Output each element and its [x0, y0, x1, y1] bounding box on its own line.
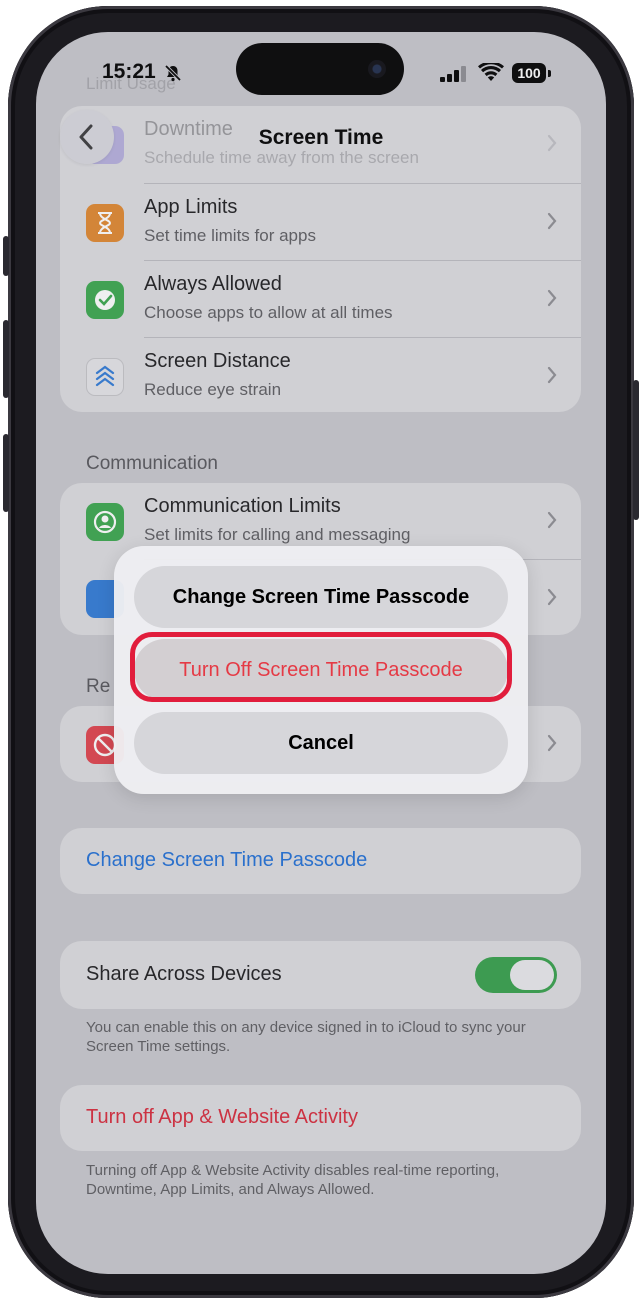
cancel-option[interactable]: Cancel [134, 712, 508, 774]
screen: 15:21 100 Limit Usage Screen Time Downti… [36, 32, 606, 1274]
power-button [633, 380, 639, 520]
volume-down-button [3, 434, 9, 512]
change-passcode-option[interactable]: Change Screen Time Passcode [134, 566, 508, 628]
action-sheet: Change Screen Time Passcode Turn Off Scr… [114, 546, 528, 794]
action-button [3, 236, 9, 276]
highlight-box [130, 632, 512, 702]
volume-up-button [3, 320, 9, 398]
